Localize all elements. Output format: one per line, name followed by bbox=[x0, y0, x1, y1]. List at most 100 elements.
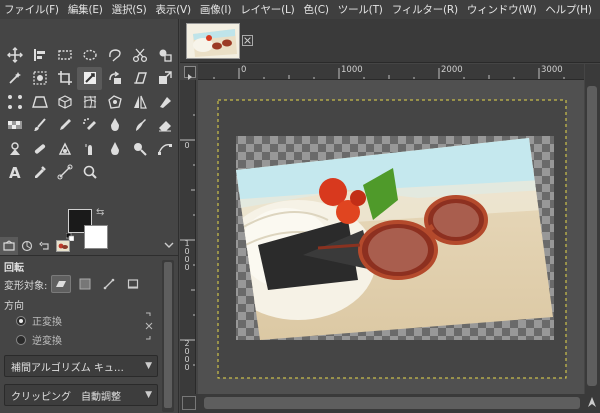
horizontal-scrollbar[interactable] bbox=[180, 394, 600, 413]
ruler-label: 3000 bbox=[541, 65, 563, 75]
menu-help[interactable]: ヘルプ(H) bbox=[545, 2, 592, 17]
tool-color-picker[interactable] bbox=[27, 161, 52, 185]
transform-selection-button[interactable] bbox=[75, 275, 95, 293]
tool-gradient[interactable] bbox=[2, 114, 27, 138]
tool-unified-transform[interactable] bbox=[77, 66, 102, 90]
image-canvas[interactable] bbox=[198, 80, 584, 394]
tool-crop[interactable] bbox=[52, 67, 77, 91]
transform-path-button[interactable] bbox=[99, 275, 119, 293]
tool-zoom[interactable] bbox=[77, 161, 102, 185]
tool-text[interactable]: A bbox=[2, 161, 27, 185]
transform-target-label: 変形対象: bbox=[4, 280, 48, 292]
tool-move[interactable] bbox=[2, 43, 27, 67]
dock-menu-icon[interactable] bbox=[164, 240, 174, 250]
tool-fuzzy-select[interactable] bbox=[2, 67, 27, 91]
tool-heal[interactable] bbox=[27, 137, 52, 161]
ruler-label: 0 bbox=[184, 363, 190, 372]
menu-windows[interactable]: ウィンドウ(W) bbox=[467, 2, 537, 17]
ruler-nav-area bbox=[585, 64, 600, 80]
close-tab-icon[interactable] bbox=[242, 35, 253, 46]
tool-color-select[interactable] bbox=[27, 67, 52, 91]
tab-images[interactable] bbox=[54, 237, 72, 255]
tab-undo-history[interactable] bbox=[36, 237, 54, 255]
ruler-label: 1000 bbox=[341, 65, 363, 75]
tab-device-status[interactable] bbox=[18, 237, 36, 255]
tool-measure[interactable] bbox=[52, 161, 77, 185]
radio-normal[interactable] bbox=[16, 315, 26, 326]
direction-normal-option[interactable]: 正変換 bbox=[16, 313, 62, 328]
undo-history-icon bbox=[39, 241, 49, 250]
menu-file[interactable]: ファイル(F) bbox=[4, 2, 59, 17]
tool-perspective[interactable] bbox=[27, 90, 52, 114]
clipping-combo[interactable]: クリッピング 自動調整 ▼ bbox=[4, 384, 158, 406]
tool-flip[interactable] bbox=[127, 90, 152, 114]
menu-image[interactable]: 画像(I) bbox=[200, 2, 231, 17]
tool-warp[interactable] bbox=[77, 90, 102, 114]
tool-perspective-clone[interactable] bbox=[52, 137, 77, 161]
menu-tools[interactable]: ツール(T) bbox=[338, 2, 383, 17]
transform-image-button[interactable] bbox=[123, 275, 143, 293]
tool-paths[interactable] bbox=[152, 137, 177, 161]
direction-normal-label: 正変換 bbox=[32, 317, 62, 328]
navigate-icon[interactable] bbox=[587, 396, 597, 408]
horizontal-ruler-ticks bbox=[213, 68, 565, 79]
paths-icon bbox=[157, 143, 172, 155]
tool-ink[interactable] bbox=[102, 114, 127, 138]
menu-layer[interactable]: レイヤー(L) bbox=[240, 2, 295, 17]
interpolation-combo[interactable]: 補間アルゴリズム キュ… ▼ bbox=[4, 355, 158, 377]
tool-airbrush[interactable] bbox=[77, 114, 102, 138]
menu-view[interactable]: 表示(V) bbox=[156, 2, 192, 17]
tool-ellipse-select[interactable] bbox=[77, 43, 102, 67]
tool-align[interactable] bbox=[27, 43, 52, 67]
selection-icon bbox=[79, 278, 91, 290]
vertical-scrollbar[interactable] bbox=[585, 80, 600, 394]
horizontal-scroll-thumb[interactable] bbox=[204, 397, 580, 409]
direction-corrective-label: 逆変換 bbox=[32, 336, 62, 347]
tool-rotate[interactable] bbox=[102, 67, 127, 91]
tool-cage[interactable] bbox=[102, 90, 127, 114]
menu-edit[interactable]: 編集(E) bbox=[68, 2, 103, 17]
cage-icon bbox=[107, 94, 122, 109]
tool-shear[interactable] bbox=[127, 67, 152, 91]
swap-colors-icon[interactable]: ⇆ bbox=[96, 207, 104, 218]
quick-mask-toggle[interactable] bbox=[182, 396, 196, 410]
tool-pencil[interactable] bbox=[52, 114, 77, 138]
vertical-scroll-thumb[interactable] bbox=[587, 86, 597, 386]
move-icon bbox=[6, 46, 23, 63]
direction-corrective-option[interactable]: 逆変換 bbox=[16, 332, 62, 347]
tool-paintbrush[interactable] bbox=[27, 114, 52, 138]
menu-colors[interactable]: 色(C) bbox=[304, 2, 329, 17]
menu-select[interactable]: 選択(S) bbox=[112, 2, 147, 17]
path-icon bbox=[104, 278, 115, 290]
tool-scale[interactable] bbox=[152, 67, 177, 91]
ruler-corner-button[interactable] bbox=[184, 66, 196, 80]
tool-dodge-burn[interactable] bbox=[127, 137, 152, 161]
image-thumb-icon bbox=[56, 239, 70, 252]
tool-free-select[interactable] bbox=[102, 43, 127, 67]
tool-foreground-select[interactable] bbox=[152, 43, 177, 67]
tool-clone[interactable] bbox=[2, 137, 27, 161]
tool-blur[interactable] bbox=[102, 137, 127, 161]
tool-handle-transform[interactable] bbox=[2, 90, 27, 114]
flip-icon bbox=[133, 95, 147, 109]
tool-eraser[interactable] bbox=[152, 114, 177, 138]
tool-mypaint-brush[interactable] bbox=[127, 114, 152, 138]
radio-corrective[interactable] bbox=[16, 334, 26, 345]
chain-link-icon[interactable] bbox=[143, 312, 155, 340]
align-icon bbox=[33, 48, 45, 61]
transform-layer-button[interactable] bbox=[51, 275, 72, 293]
tool-seamless-clone[interactable] bbox=[152, 90, 177, 114]
tab-tool-options[interactable] bbox=[0, 236, 18, 255]
vertical-ruler[interactable]: 0 1 0 0 0 2 0 0 0 bbox=[180, 80, 196, 394]
scissors-select-icon bbox=[132, 48, 147, 62]
menu-filters[interactable]: フィルター(R) bbox=[392, 2, 458, 17]
tool-options-scroll-thumb[interactable] bbox=[164, 262, 172, 408]
tool-options-scrollbar[interactable] bbox=[162, 260, 174, 412]
fuzzy-select-icon bbox=[8, 72, 21, 84]
tool-scissors-select[interactable] bbox=[127, 43, 152, 67]
tool-smudge[interactable] bbox=[77, 137, 102, 161]
tool-rect-select[interactable] bbox=[52, 43, 77, 67]
image-tab-thumbnail[interactable] bbox=[186, 23, 240, 59]
tool-3d-transform[interactable] bbox=[52, 90, 77, 114]
horizontal-ruler[interactable]: 0 1000 2000 3000 bbox=[198, 64, 584, 80]
